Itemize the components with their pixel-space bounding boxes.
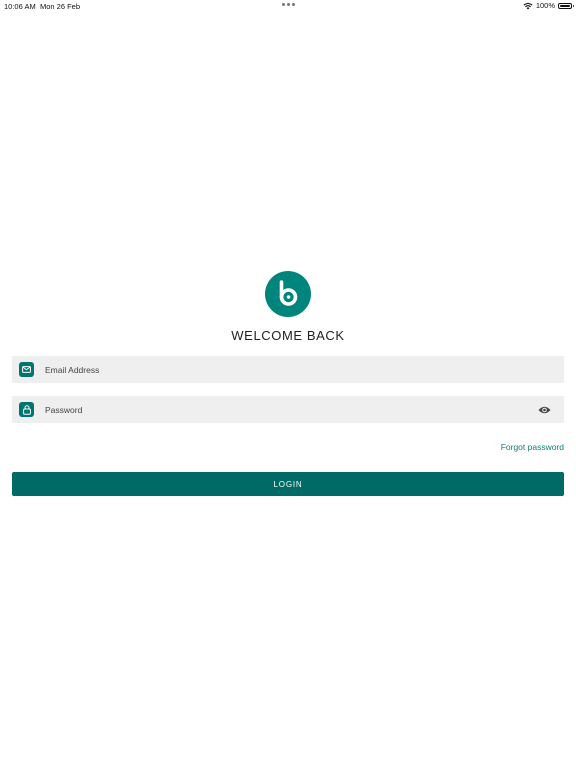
- password-input[interactable]: [45, 396, 537, 423]
- eye-icon[interactable]: [537, 403, 551, 417]
- mail-icon: [19, 362, 34, 377]
- email-field-container: [12, 356, 564, 383]
- dot-icon: [287, 3, 290, 6]
- dot-icon: [282, 3, 285, 6]
- status-date: Mon 26 Feb: [40, 2, 81, 11]
- forgot-password-link[interactable]: Forgot password: [501, 442, 564, 452]
- lock-icon: [19, 402, 34, 417]
- password-field-container: [12, 396, 564, 423]
- status-indicators: 100%: [523, 1, 574, 10]
- page-title: WELCOME BACK: [231, 328, 345, 343]
- status-bar: 10:06 AM Mon 26 Feb 100%: [0, 0, 576, 12]
- login-screen: 10:06 AM Mon 26 Feb 100% WELCOME BACK Em…: [0, 0, 576, 768]
- login-button[interactable]: LOGIN: [12, 472, 564, 496]
- status-time: 10:06 AM: [4, 2, 36, 11]
- battery-icon: [558, 2, 574, 9]
- email-input[interactable]: [45, 356, 564, 383]
- multitasking-dots[interactable]: [282, 3, 295, 6]
- wifi-icon: [523, 2, 533, 9]
- battery-percentage: 100%: [535, 1, 555, 10]
- dot-icon: [292, 3, 295, 6]
- app-logo: [265, 271, 311, 317]
